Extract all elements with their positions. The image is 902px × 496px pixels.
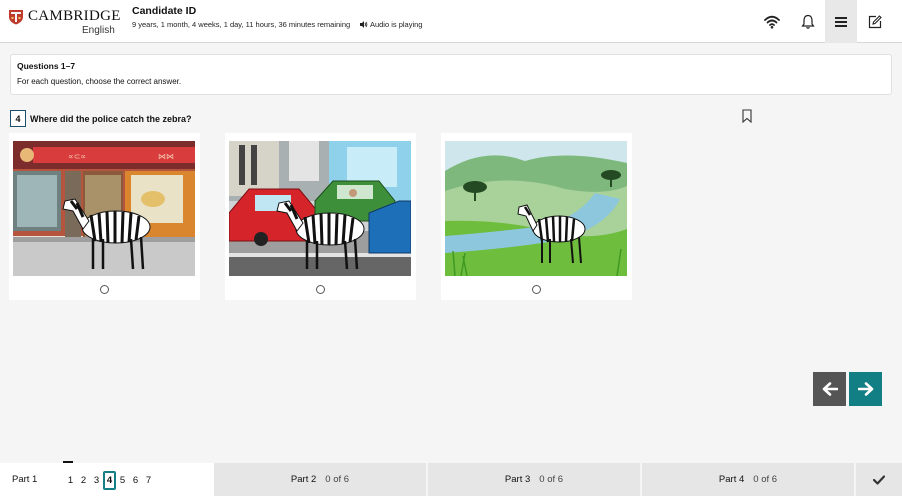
notifications-button[interactable] (792, 0, 824, 43)
cambridge-logo: CAMBRIDGE English (8, 7, 121, 37)
question-number: 4 (10, 110, 26, 127)
audio-status-text: Audio is playing (369, 20, 423, 29)
part-4-label: Part 4 (718, 474, 745, 485)
finish-test-button[interactable] (856, 463, 902, 496)
notes-button[interactable] (859, 0, 891, 43)
footer-navigation: Part 1 1 2 3 4 5 6 7 Part 2 0 of 6 Part … (0, 463, 902, 496)
part-2-count: 0 of 6 (325, 474, 350, 485)
part-3-tab[interactable]: Part 3 0 of 6 (428, 463, 640, 496)
option-a-image: ∝⊂∝ ⋈⋈ (13, 141, 195, 276)
option-c-image (445, 141, 627, 276)
status-line: 9 years, 1 month, 4 weeks, 1 day, 11 hou… (132, 20, 422, 29)
previous-button[interactable] (813, 372, 846, 406)
instructions-panel: Questions 1–7 For each question, choose … (10, 54, 892, 95)
candidate-info: Candidate ID 9 years, 1 month, 4 weeks, … (132, 5, 422, 29)
option-a-radio[interactable] (100, 285, 109, 294)
instructions-text: For each question, choose the correct an… (17, 77, 182, 86)
edit-note-icon (868, 14, 882, 28)
svg-text:∝⊂∝: ∝⊂∝ (68, 152, 86, 161)
part-4-count: 0 of 6 (753, 474, 778, 485)
option-b-radio[interactable] (316, 285, 325, 294)
logo-subtext: English (82, 25, 115, 36)
option-c[interactable] (441, 133, 632, 300)
audio-status: Audio is playing (360, 20, 422, 29)
logo-text: CAMBRIDGE (28, 8, 121, 24)
part-3-count: 0 of 6 (539, 474, 564, 485)
part-3-label: Part 3 (504, 474, 531, 485)
question-link-5[interactable]: 5 (116, 472, 129, 489)
option-c-radio[interactable] (532, 285, 541, 294)
time-remaining: 9 years, 1 month, 4 weeks, 1 day, 11 hou… (132, 20, 351, 29)
question-link-4[interactable]: 4 (103, 471, 116, 490)
candidate-id-label: Candidate ID (132, 5, 197, 17)
option-a[interactable]: ∝⊂∝ ⋈⋈ (9, 133, 200, 300)
bell-icon (801, 14, 815, 29)
wifi-button[interactable] (756, 0, 788, 43)
next-button[interactable] (849, 372, 882, 406)
part-1-label: Part 1 (12, 474, 38, 485)
part-1-section[interactable]: Part 1 1 2 3 4 5 6 7 (0, 463, 214, 496)
question-link-6[interactable]: 6 (129, 472, 142, 489)
svg-text:⋈⋈: ⋈⋈ (158, 152, 174, 161)
part-2-tab[interactable]: Part 2 0 of 6 (214, 463, 426, 496)
cambridge-shield-icon (9, 10, 23, 25)
question-link-7[interactable]: 7 (142, 472, 155, 489)
bookmark-icon[interactable] (741, 109, 753, 123)
part-4-tab[interactable]: Part 4 0 of 6 (642, 463, 854, 496)
option-b[interactable] (225, 133, 416, 300)
menu-icon (835, 16, 847, 27)
checkmark-icon (873, 474, 885, 485)
instructions-title: Questions 1–7 (17, 61, 76, 71)
question-link-3[interactable]: 3 (90, 472, 103, 489)
menu-button[interactable] (825, 0, 857, 43)
question-text: Where did the police catch the zebra? (30, 114, 192, 124)
option-b-image (229, 141, 411, 276)
wifi-icon (764, 15, 780, 29)
question-link-2[interactable]: 2 (77, 472, 90, 489)
arrow-right-icon (857, 382, 873, 396)
question-link-1[interactable]: 1 (64, 472, 77, 489)
part-2-label: Part 2 (290, 474, 317, 485)
speaker-icon (360, 21, 368, 28)
header: CAMBRIDGE English Candidate ID 9 years, … (0, 0, 902, 43)
arrow-left-icon (822, 382, 838, 396)
question-number-list: 1 2 3 4 5 6 7 (64, 471, 155, 490)
